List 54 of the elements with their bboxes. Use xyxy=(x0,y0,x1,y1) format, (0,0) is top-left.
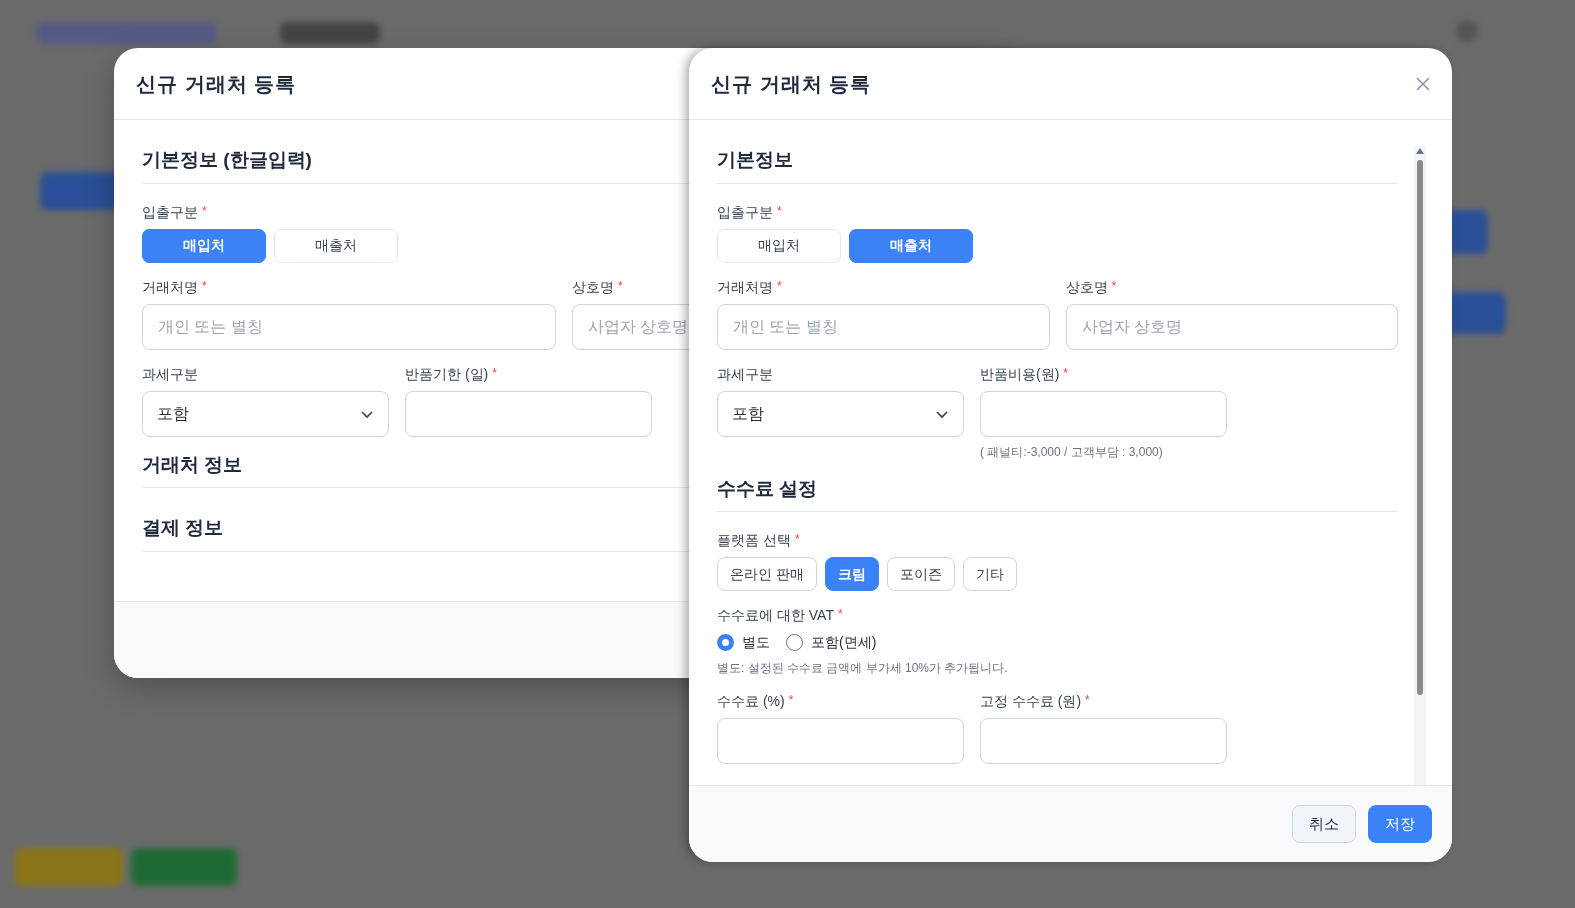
select-field[interactable]: 포함 xyxy=(717,390,964,437)
field-label: 거래처명 xyxy=(717,277,773,297)
help-text: 별도: 설정된 수수료 금액에 부가세 10%가 추가됩니다. xyxy=(717,660,1008,677)
toggle-button[interactable]: 매입처 xyxy=(142,228,266,263)
field-label: 상호명 xyxy=(572,277,614,297)
required-mark: * xyxy=(1063,364,1068,382)
section-title: 기본정보 xyxy=(717,146,1398,184)
radio-button[interactable] xyxy=(717,634,734,651)
field-label: 과세구분 xyxy=(142,364,198,384)
dialog-title: 신규 거래처 등록 xyxy=(711,71,872,97)
field-label: 입출구분 xyxy=(717,202,773,222)
required-mark: * xyxy=(202,202,207,220)
scrollbar[interactable] xyxy=(1414,146,1426,785)
required-mark: * xyxy=(837,606,843,623)
required-mark: * xyxy=(618,277,623,295)
field-label: 과세구분 xyxy=(717,364,773,384)
input-field[interactable]: 개인 또는 별칭 xyxy=(717,303,1050,350)
field-label: 거래처명 xyxy=(142,277,198,297)
field-label: 플랫폼 선택 xyxy=(717,531,791,550)
select-field[interactable]: 포함 xyxy=(142,390,389,437)
input-field[interactable] xyxy=(717,718,964,764)
required-mark: * xyxy=(1085,692,1090,709)
radio-option[interactable]: 별도 xyxy=(717,632,770,653)
field-label: 수수료에 대한 VAT xyxy=(717,606,834,625)
field-label: 반품비용(원) xyxy=(980,364,1060,384)
platform-chip[interactable]: 기타 xyxy=(962,557,1017,591)
field-label: 고정 수수료 (원) xyxy=(980,692,1082,711)
required-mark: * xyxy=(777,277,782,295)
field-label: 수수료 (%) xyxy=(717,692,785,711)
platform-chip[interactable]: 크림 xyxy=(824,557,879,591)
platform-chip[interactable]: 온라인 판매 xyxy=(717,557,817,591)
required-mark: * xyxy=(492,364,497,382)
required-mark: * xyxy=(788,692,794,709)
input-field[interactable]: 개인 또는 별칭 xyxy=(142,303,556,350)
toggle-button[interactable]: 매출처 xyxy=(274,228,398,263)
toggle-button[interactable]: 매입처 xyxy=(717,228,841,263)
dialog-title: 신규 거래처 등록 xyxy=(136,71,297,97)
required-mark: * xyxy=(1111,277,1117,295)
cancel-button[interactable]: 취소 xyxy=(1292,805,1356,843)
section-title: 수수료 설정 xyxy=(717,474,1398,512)
input-field[interactable] xyxy=(980,718,1227,764)
field-label: 반품기한 (일) xyxy=(405,364,489,384)
input-field[interactable] xyxy=(405,390,652,437)
save-button[interactable]: 저장 xyxy=(1368,805,1432,843)
required-mark: * xyxy=(794,531,800,548)
platform-chip[interactable]: 포이즌 xyxy=(886,557,955,591)
input-field[interactable] xyxy=(980,390,1227,437)
radio-option[interactable]: 포함(면세) xyxy=(786,632,877,653)
field-label: 입출구분 xyxy=(142,202,198,222)
required-mark: * xyxy=(777,202,782,220)
field-label: 상호명 xyxy=(1065,277,1108,297)
toggle-button[interactable]: 매출처 xyxy=(849,228,973,263)
input-field[interactable]: 사업자 상호명 xyxy=(1065,303,1398,350)
required-mark: * xyxy=(202,277,207,295)
